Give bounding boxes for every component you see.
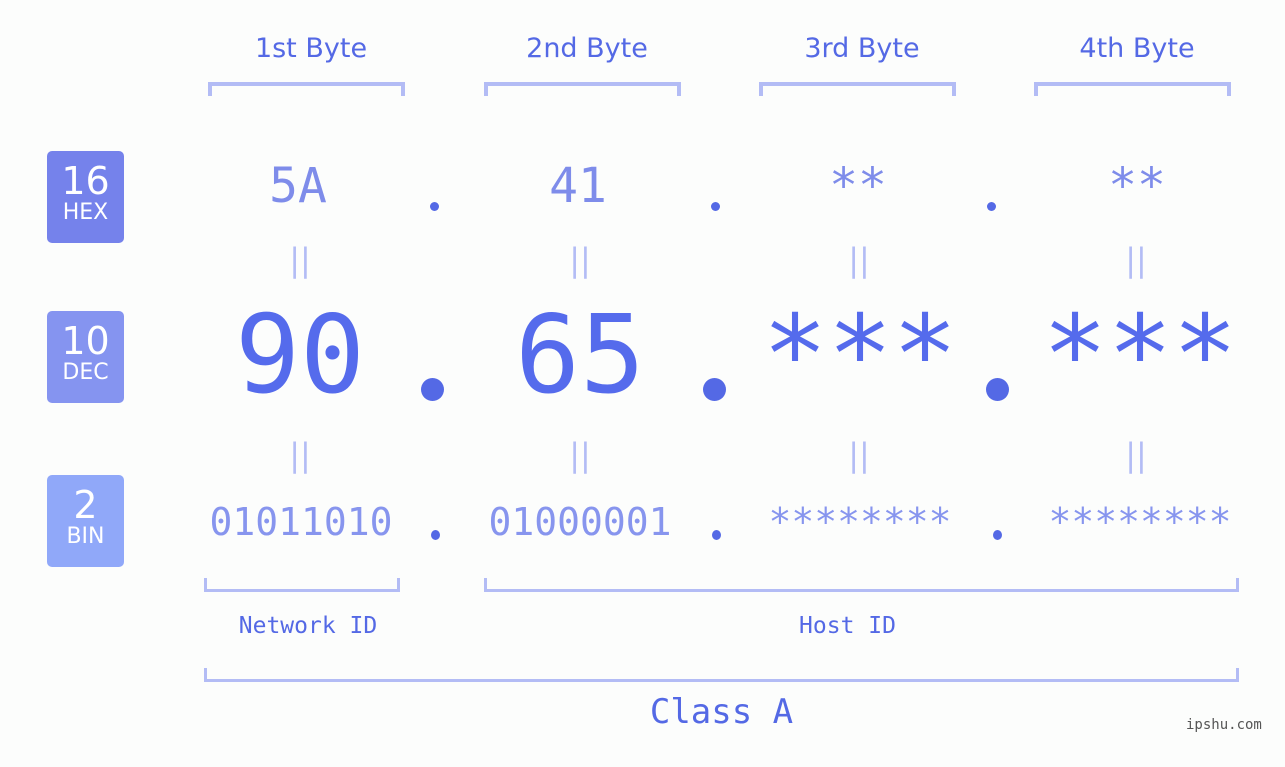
bin-base: 2 (73, 483, 98, 527)
class-label: Class A (649, 692, 794, 732)
byte-bracket-4 (1034, 82, 1231, 96)
equals-icon: || (289, 241, 311, 279)
hex-byte-1: 5A (269, 158, 327, 214)
equals-icon: || (569, 436, 591, 474)
dec-dot-2 (703, 378, 726, 401)
host-id-bracket (484, 578, 1239, 592)
byte-header-1: 1st Byte (254, 33, 368, 64)
bin-byte-4: ******** (1048, 500, 1232, 544)
equals-icon: || (1125, 436, 1147, 474)
bin-byte-1: 01011010 (209, 500, 393, 544)
byte-header-4: 4th Byte (1079, 33, 1195, 64)
host-id-label: Host ID (799, 613, 896, 639)
hex-byte-3: ** (829, 158, 887, 214)
hex-byte-2: 41 (549, 158, 607, 214)
bin-dot-3 (993, 530, 1002, 540)
hex-dot-3 (987, 202, 996, 211)
hex-dot-1 (430, 202, 439, 211)
dec-byte-3: *** (762, 293, 958, 418)
hex-label: HEX (62, 200, 109, 225)
dec-byte-1: 90 (234, 293, 366, 418)
equals-icon: || (848, 436, 870, 474)
byte-bracket-3 (759, 82, 956, 96)
bin-badge: 2 BIN (47, 475, 124, 567)
equals-icon: || (848, 241, 870, 279)
class-bracket (204, 668, 1239, 682)
network-id-bracket (204, 578, 400, 592)
hex-badge: 16 HEX (47, 151, 124, 243)
dec-dot-1 (421, 378, 444, 401)
equals-icon: || (569, 241, 591, 279)
bin-dot-2 (712, 530, 721, 540)
dec-byte-4: *** (1042, 293, 1238, 418)
byte-header-3: 3rd Byte (804, 33, 920, 64)
byte-bracket-1 (208, 82, 405, 96)
dec-byte-2: 65 (514, 293, 646, 418)
network-id-label: Network ID (238, 613, 378, 639)
dec-base: 10 (61, 319, 110, 363)
equals-icon: || (289, 436, 311, 474)
equals-icon: || (1125, 241, 1147, 279)
dec-dot-3 (986, 378, 1009, 401)
byte-header-2: 2nd Byte (526, 33, 648, 64)
bin-byte-3: ******** (768, 500, 952, 544)
dec-label: DEC (62, 360, 109, 385)
byte-bracket-2 (484, 82, 681, 96)
dec-badge: 10 DEC (47, 311, 124, 403)
bin-byte-2: 01000001 (488, 500, 672, 544)
bin-label: BIN (66, 524, 105, 549)
hex-dot-2 (711, 202, 720, 211)
hex-base: 16 (61, 159, 110, 203)
bin-dot-1 (431, 530, 440, 540)
watermark: ipshu.com (1186, 717, 1262, 733)
hex-byte-4: ** (1108, 158, 1166, 214)
